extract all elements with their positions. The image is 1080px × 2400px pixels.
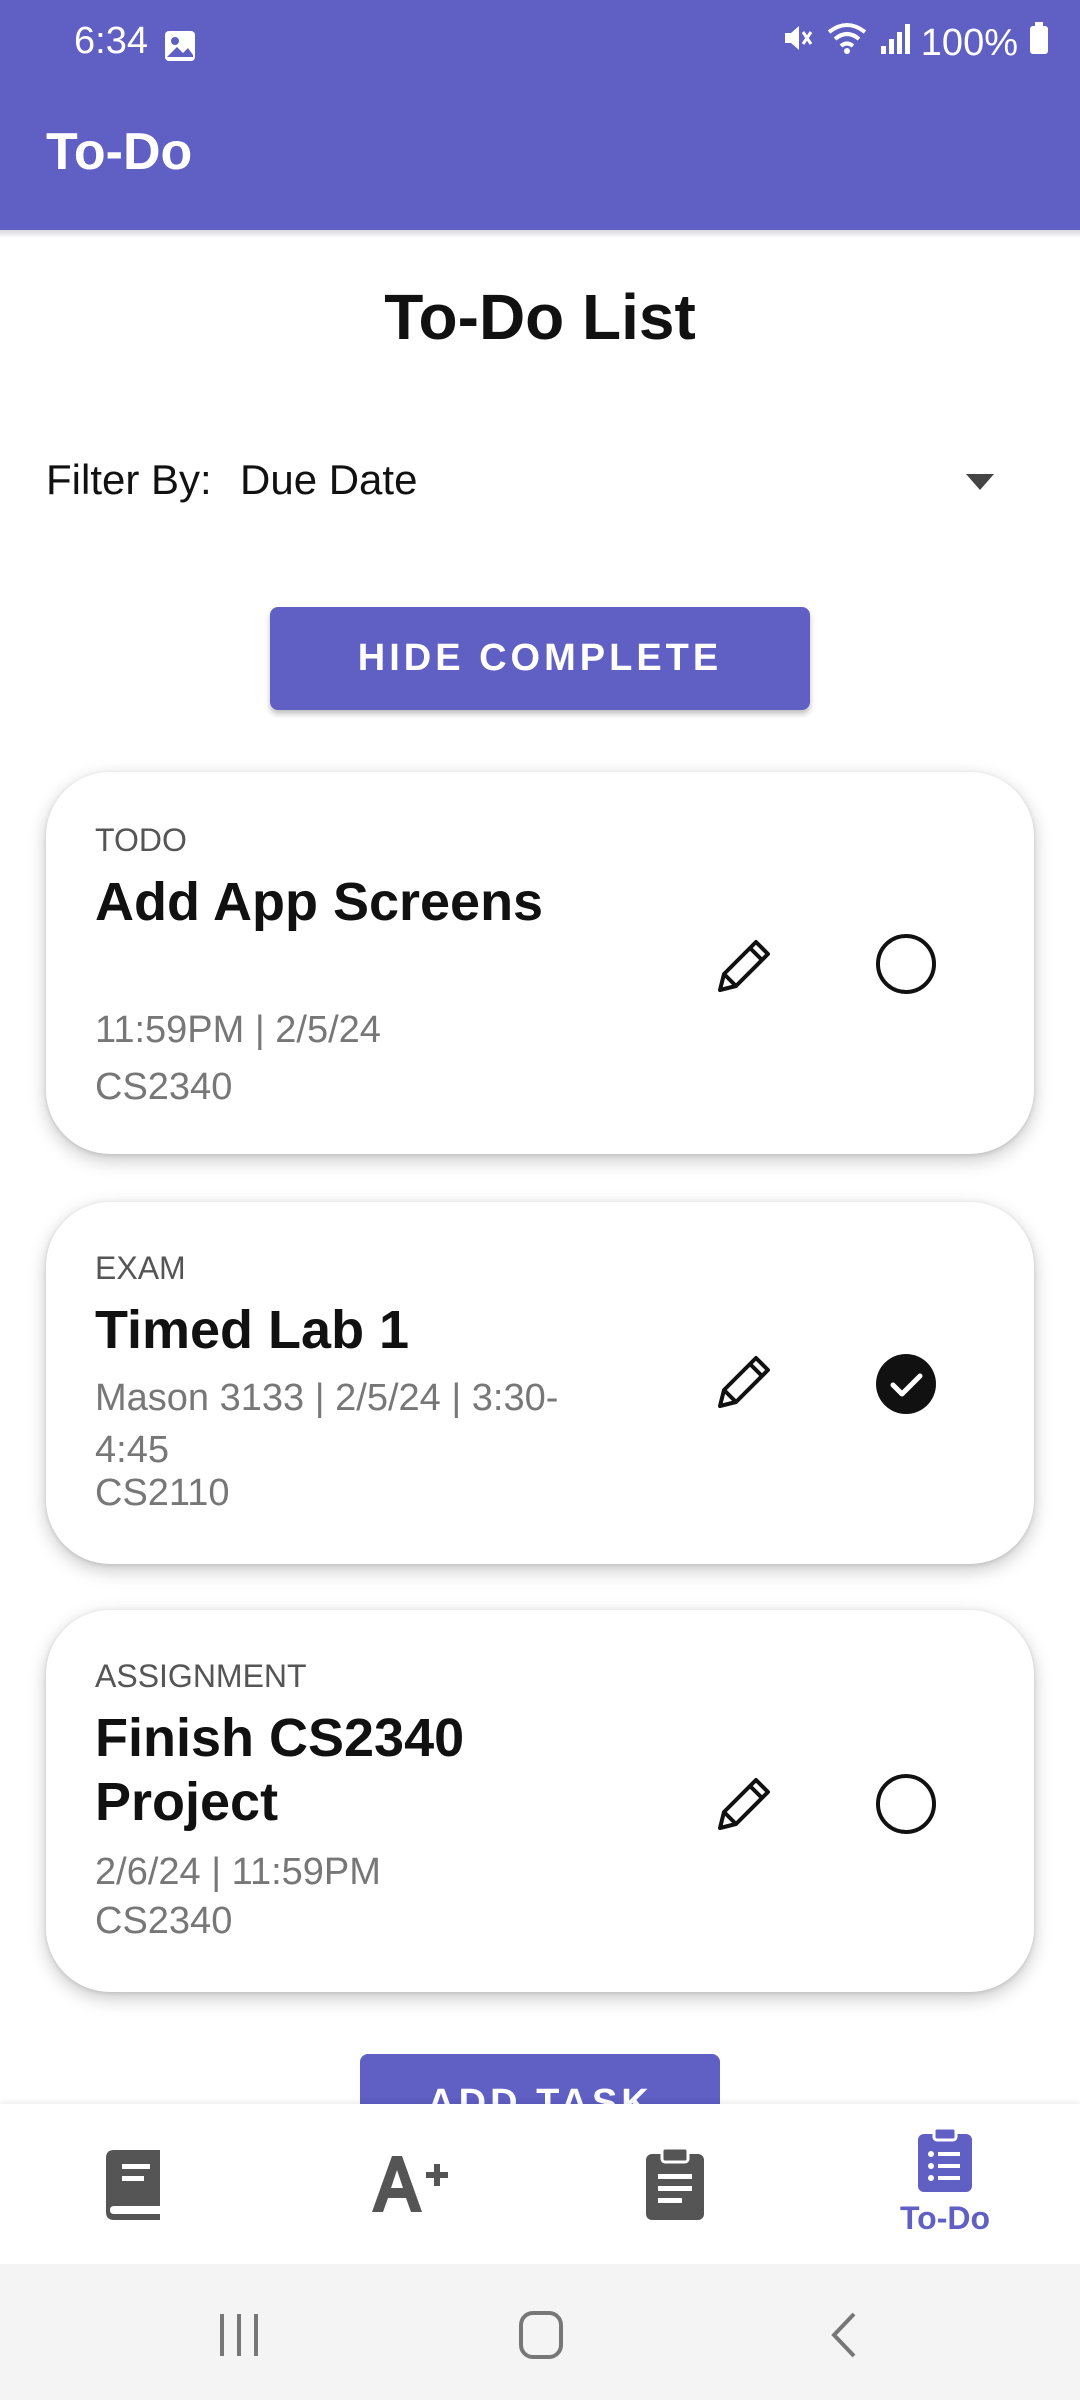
nav-label-todo: To-Do	[899, 2200, 991, 2236]
complete-toggle-icon[interactable]	[874, 1772, 938, 1836]
edit-pencil-icon[interactable]	[712, 934, 776, 998]
edit-pencil-icon[interactable]	[712, 1772, 776, 1836]
completed-check-icon[interactable]	[874, 1352, 938, 1416]
app-title: To-Do	[46, 123, 193, 181]
battery-percent: 100%	[920, 21, 1018, 64]
nav-item-grades[interactable]	[270, 2104, 540, 2264]
task-title: Timed Lab 1	[95, 1300, 410, 1360]
task-title: Finish CS2340 Project	[95, 1708, 465, 1832]
signal-icon	[879, 20, 911, 66]
hide-complete-button[interactable]: HIDE COMPLETE	[270, 607, 810, 710]
task-course: CS2110	[95, 1472, 230, 1514]
page-title: To-Do List	[384, 281, 696, 353]
filter-selected-value[interactable]: Due Date	[240, 456, 417, 504]
system-navigation-bar	[0, 2264, 1080, 2400]
dropdown-arrow-icon[interactable]	[964, 472, 996, 497]
mute-icon	[779, 20, 815, 66]
gallery-notification-icon	[162, 28, 198, 69]
filter-label: Filter By:	[46, 456, 212, 503]
app-bar-shadow	[0, 230, 1080, 238]
task-meta: Mason 3133 | 2/5/24 | 3:30-4:45	[95, 1377, 559, 1471]
status-time: 6:34	[74, 20, 148, 62]
bottom-navigation: To-Do	[0, 2104, 1080, 2264]
nav-item-assignments[interactable]	[540, 2104, 810, 2264]
app-bar: To-Do	[0, 92, 1080, 230]
task-type: TODO	[95, 822, 187, 858]
complete-toggle-icon[interactable]	[874, 932, 938, 996]
task-meta: 11:59PM | 2/5/24	[95, 1009, 381, 1051]
task-card[interactable]: ASSIGNMENT Finish CS2340 Project 2/6/24 …	[46, 1610, 1034, 1992]
task-type: ASSIGNMENT	[95, 1658, 307, 1694]
nav-item-todo[interactable]: To-Do	[810, 2104, 1080, 2264]
task-course: CS2340	[95, 1066, 233, 1108]
nav-item-courses[interactable]	[0, 2104, 270, 2264]
status-indicators: 100%	[779, 20, 1050, 66]
task-card[interactable]: TODO Add App Screens 11:59PM | 2/5/24 CS…	[46, 772, 1034, 1154]
edit-pencil-icon[interactable]	[712, 1350, 776, 1414]
task-type: EXAM	[95, 1250, 186, 1286]
status-bar: 6:34 100%	[0, 0, 1080, 92]
task-course: CS2340	[95, 1900, 233, 1942]
task-title: Add App Screens	[95, 872, 544, 932]
battery-icon	[1028, 20, 1050, 66]
filter-dropdown[interactable]: Filter By: Due Date	[46, 452, 996, 512]
task-meta: 2/6/24 | 11:59PM	[95, 1851, 381, 1893]
task-card[interactable]: EXAM Timed Lab 1 Mason 3133 | 2/5/24 | 3…	[46, 1202, 1034, 1564]
wifi-icon	[825, 20, 869, 66]
